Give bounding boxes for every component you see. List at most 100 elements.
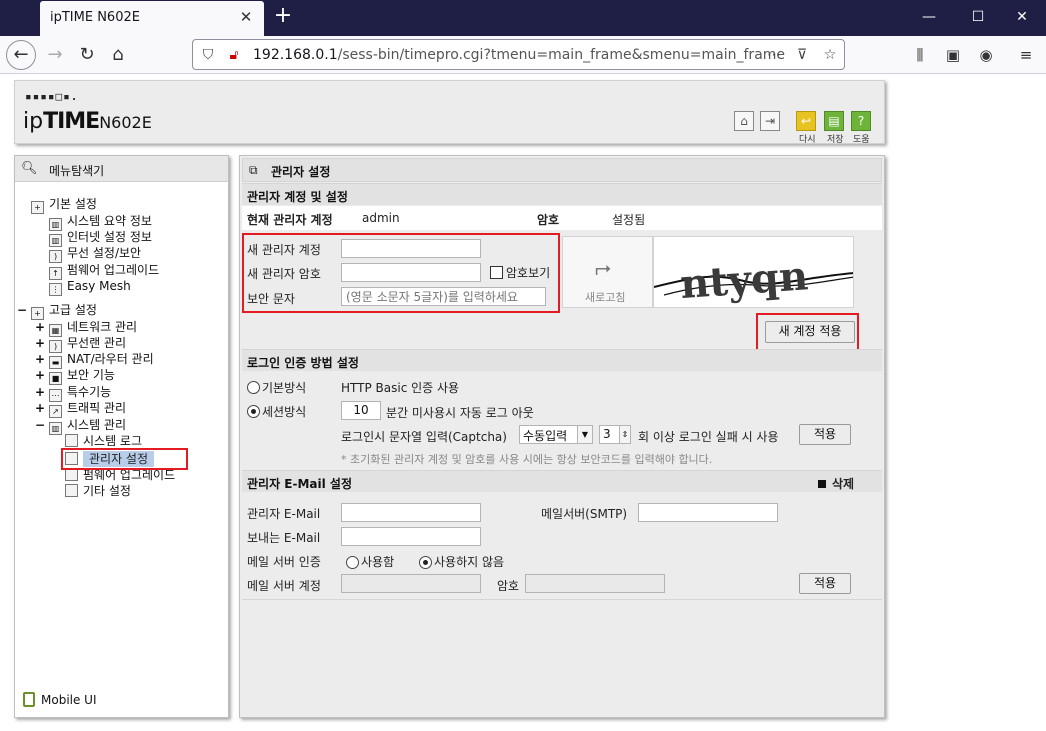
apply-button-highlight: [756, 313, 859, 351]
tree-system-management[interactable]: − ▥ 시스템 관리: [35, 417, 126, 435]
captcha-image: ntyqn: [653, 236, 854, 308]
admin-settings-panel: ⧉ 관리자 설정 관리자 계정 및 설정 현재 관리자 계정 admin 암호 …: [239, 155, 885, 718]
captcha-mode-select[interactable]: 수동입력 ▼: [519, 425, 593, 444]
current-account-row: 현재 관리자 계정 admin 암호 설정됨: [242, 206, 882, 230]
browser-tab[interactable]: ipTIME N602E ✕: [40, 1, 264, 36]
tree-system-log[interactable]: 시스템 로그: [65, 433, 142, 449]
smtp-input[interactable]: [638, 503, 778, 522]
basic-mode-desc: HTTP Basic 인증 사용: [341, 381, 460, 395]
home-button-icon[interactable]: ⌂: [734, 111, 754, 131]
collapse-icon[interactable]: −: [17, 302, 27, 318]
session-minutes-input[interactable]: 10: [341, 401, 381, 420]
fail-count-stepper[interactable]: 3 ⇕: [599, 425, 631, 444]
login-note: * 초기화된 관리자 계정 및 암호를 사용 시에는 항상 보안코드를 입력해야…: [341, 453, 713, 466]
menu-icon[interactable]: ≡: [1016, 45, 1036, 65]
back-button-icon[interactable]: ↩: [796, 111, 816, 131]
expand-icon[interactable]: +: [35, 400, 45, 416]
save-button-label: 저장: [827, 135, 844, 145]
minimize-icon[interactable]: —: [917, 6, 941, 28]
maximize-icon[interactable]: ☐: [966, 6, 990, 28]
mail-account-label: 메일 서버 계정: [247, 579, 321, 593]
tree-wireless-security[interactable]: ) 무선 설정/보안: [49, 245, 141, 263]
admin-email-label: 관리자 E-Mail: [247, 507, 321, 521]
magnifier-icon: 🔍︎: [21, 161, 38, 176]
basic-mode-label: 기본방식: [262, 381, 307, 395]
window-close-icon[interactable]: ✕: [1010, 6, 1034, 28]
email-apply-button[interactable]: 적용: [799, 573, 851, 594]
mail-password-input[interactable]: [525, 574, 665, 593]
tree-traffic-management[interactable]: + ↗ 트래픽 관리: [35, 400, 126, 418]
minus-icon: [818, 480, 826, 488]
tab-title: ipTIME N602E: [50, 10, 140, 25]
password-status: 설정됨: [612, 213, 646, 227]
expand-icon[interactable]: +: [35, 351, 45, 367]
new-tab-icon[interactable]: +: [272, 5, 294, 29]
bookmark-star-icon[interactable]: ☆: [821, 46, 839, 64]
new-account-highlight: [242, 233, 560, 313]
collapse-icon[interactable]: −: [35, 417, 45, 433]
tree-basic-settings[interactable]: + 기본 설정: [31, 196, 97, 214]
sender-email-label: 보내는 E-Mail: [247, 531, 321, 545]
save-button-icon[interactable]: ▤: [824, 111, 844, 131]
auth-use-radio[interactable]: [346, 556, 359, 569]
auth-not-use-label: 사용하지 않음: [434, 555, 505, 569]
captcha-refresh-button[interactable]: ⮣ 새로고침: [562, 236, 653, 308]
tree-security[interactable]: + ■ 보안 기능: [35, 367, 115, 385]
email-delete-button[interactable]: 삭제: [818, 475, 854, 492]
tree-other-settings[interactable]: 기타 설정: [65, 483, 131, 499]
shield-icon[interactable]: ⛉: [199, 46, 217, 64]
fail-count-value: 3: [603, 427, 611, 441]
tab-close-icon[interactable]: ✕: [236, 7, 256, 27]
tree-nat-router[interactable]: + ▬ NAT/라우터 관리: [35, 351, 154, 369]
tree-network-management[interactable]: + ▦ 네트워크 관리: [35, 319, 137, 337]
page-actions-icon[interactable]: ⋯: [765, 46, 783, 64]
menu-explorer: 🔍︎ 메뉴탐색기 + 기본 설정 ▥ 시스템 요약 정보 ▥ 인터넷 설정 정보 ) 무…: [14, 155, 229, 718]
sidebar-toggle-icon[interactable]: ▣: [943, 45, 963, 65]
home-icon[interactable]: ⌂: [103, 40, 133, 70]
refresh-label: 새로고침: [585, 291, 626, 304]
pocket-icon[interactable]: ⊽: [793, 46, 811, 64]
captcha-label: 로그인시 문자열 입력(Captcha): [341, 430, 507, 444]
tree-easy-mesh[interactable]: ⋮ Easy Mesh: [49, 278, 131, 296]
window-icon: ⧉: [249, 163, 258, 177]
fail-count-desc: 회 이상 로그인 실패 시 사용: [638, 430, 779, 444]
menu-explorer-title: 메뉴탐색기: [49, 164, 105, 178]
login-apply-button[interactable]: 적용: [799, 424, 851, 445]
selection-highlight: [61, 448, 188, 470]
account-section-header: 관리자 계정 및 설정: [242, 183, 882, 205]
expand-icon[interactable]: +: [35, 367, 45, 383]
session-desc: 분간 미사용시 자동 로그 아웃: [386, 406, 534, 420]
sender-email-input[interactable]: [341, 527, 481, 546]
tree-system-summary[interactable]: ▥ 시스템 요약 정보: [49, 213, 152, 231]
mail-account-input[interactable]: [341, 574, 481, 593]
expand-icon[interactable]: +: [35, 384, 45, 400]
forward-icon[interactable]: →: [40, 40, 70, 70]
account-section-title: 관리자 계정 및 설정: [247, 190, 348, 204]
basic-mode-radio[interactable]: [247, 381, 260, 394]
session-mode-label: 세션방식: [262, 405, 307, 419]
refresh-icon: ⮣: [595, 255, 611, 279]
auth-not-use-radio[interactable]: [419, 556, 432, 569]
email-section-bottom: [242, 599, 882, 600]
reload-icon[interactable]: ↻: [72, 40, 102, 70]
admin-email-input[interactable]: [341, 503, 481, 522]
email-section-title: 관리자 E-Mail 설정: [247, 477, 352, 491]
tree-firmware-upgrade-basic[interactable]: ↑ 펌웨어 업그레이드: [49, 262, 159, 280]
url-bar[interactable]: ⛉ 🔓︎ 192.168.0.1/sess-bin/timepro.cgi?tm…: [192, 39, 845, 70]
session-mode-radio[interactable]: [247, 405, 260, 418]
insecure-lock-icon[interactable]: 🔓︎: [225, 46, 243, 64]
mobile-ui-link[interactable]: Mobile UI: [23, 692, 97, 707]
tree-advanced-settings[interactable]: − + 고급 설정: [17, 302, 97, 320]
account-icon[interactable]: ◉: [976, 45, 996, 65]
captcha-text: ntyqn: [679, 252, 810, 308]
logout-button-icon[interactable]: ⇥: [760, 111, 780, 131]
tree-special-functions[interactable]: + ⋯ 특수기능: [35, 384, 111, 402]
help-button-icon[interactable]: ?: [851, 111, 871, 131]
back-icon[interactable]: ←: [6, 40, 36, 70]
tree-internet-info[interactable]: ▥ 인터넷 설정 정보: [49, 229, 152, 247]
expand-icon[interactable]: +: [35, 319, 45, 335]
tree-wlan-management[interactable]: +) 무선랜 관리: [35, 335, 126, 353]
mail-password-label: 암호: [497, 579, 520, 593]
library-icon[interactable]: ⫼: [910, 45, 930, 65]
expand-icon[interactable]: +: [35, 335, 45, 351]
